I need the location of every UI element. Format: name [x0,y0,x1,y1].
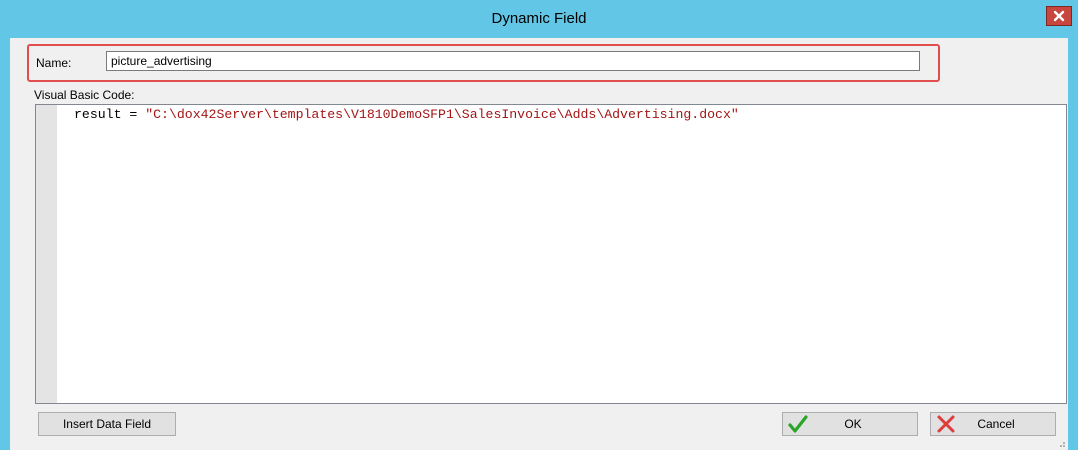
code-line[interactable]: result = "C:\dox42Server\templates\V1810… [74,107,739,122]
dialog-window: Dynamic Field Name: Visual Basic Code: r… [0,0,1078,450]
resize-grip-icon[interactable] [1056,438,1066,448]
close-icon [1053,10,1065,22]
window-title: Dynamic Field [491,10,587,27]
x-icon [935,414,957,434]
close-button[interactable] [1046,6,1072,26]
name-label: Name: [36,56,72,70]
ok-label: OK [844,417,862,431]
code-editor[interactable]: result = "C:\dox42Server\templates\V1810… [35,104,1067,404]
insert-data-field-label: Insert Data Field [62,417,152,431]
cancel-label: Cancel [977,417,1015,431]
code-string-literal: "C:\dox42Server\templates\V1810DemoSFP1\… [145,107,739,122]
title-bar[interactable]: Dynamic Field [0,0,1078,38]
name-input[interactable] [106,51,920,71]
insert-data-field-button[interactable]: Insert Data Field [38,412,176,436]
dialog-body: Name: Visual Basic Code: result = "C:\do… [10,38,1068,450]
checkmark-icon [787,414,809,434]
code-assignment: result = [74,107,146,122]
cancel-button[interactable]: Cancel [930,412,1056,436]
vb-code-label: Visual Basic Code: [34,88,135,102]
ok-button[interactable]: OK [782,412,918,436]
code-gutter [36,105,57,403]
